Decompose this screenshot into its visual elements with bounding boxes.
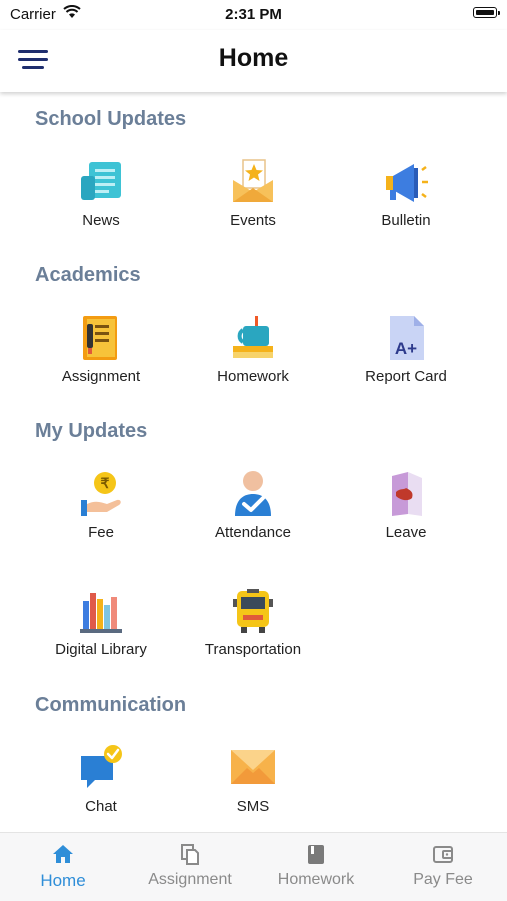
tile-label: Report Card bbox=[365, 368, 447, 385]
leave-icon bbox=[392, 472, 422, 516]
copy-documents-icon bbox=[181, 844, 199, 865]
tile-attendance[interactable]: Attendance bbox=[188, 470, 318, 560]
clock: 2:31 PM bbox=[225, 6, 282, 23]
tab-label: Home bbox=[40, 871, 86, 890]
page-title: Home bbox=[218, 44, 289, 72]
nav-bar: Home bbox=[0, 30, 507, 92]
tab-pay-fee[interactable]: Pay Fee bbox=[380, 833, 506, 901]
section-title-academics: Academics bbox=[35, 264, 141, 286]
digital-library-icon bbox=[80, 593, 122, 633]
battery-icon bbox=[473, 7, 497, 18]
tile-transportation[interactable]: Transportation bbox=[188, 587, 318, 677]
tile-news[interactable]: News bbox=[36, 158, 166, 248]
tab-label: Homework bbox=[277, 871, 355, 888]
tab-label: Assignment bbox=[148, 871, 232, 888]
battery-tip bbox=[498, 11, 500, 15]
tile-bulletin[interactable]: Bulletin bbox=[341, 158, 471, 248]
fee-icon: ₹ bbox=[81, 472, 121, 516]
assignment-icon bbox=[83, 316, 117, 360]
events-icon bbox=[233, 159, 273, 202]
tile-label: Events bbox=[230, 212, 276, 229]
tile-label: Leave bbox=[385, 524, 427, 541]
book-icon bbox=[308, 845, 324, 864]
section-title-school-updates: School Updates bbox=[35, 108, 187, 130]
tile-label: Assignment bbox=[61, 368, 141, 385]
tile-label: Bulletin bbox=[381, 212, 431, 229]
tile-chat[interactable]: Chat bbox=[36, 744, 166, 832]
home-icon bbox=[53, 845, 73, 863]
tile-report-card[interactable]: A+ Report Card bbox=[341, 314, 471, 404]
wallet-icon bbox=[433, 846, 453, 863]
svg-text:A+: A+ bbox=[395, 339, 417, 358]
tile-label: Digital Library bbox=[55, 641, 147, 658]
tile-events[interactable]: Events bbox=[188, 158, 318, 248]
tile-label: Chat bbox=[85, 798, 117, 815]
homework-icon bbox=[233, 316, 273, 358]
tile-homework[interactable]: Homework bbox=[188, 314, 318, 404]
report-card-icon: A+ bbox=[390, 316, 424, 360]
tile-digital-library[interactable]: Digital Library bbox=[36, 587, 166, 677]
tab-assignment[interactable]: Assignment bbox=[127, 833, 253, 901]
home-content: School Updates News Events Bulletin Acad… bbox=[0, 92, 507, 832]
tile-label: SMS bbox=[236, 798, 270, 815]
tab-label: Pay Fee bbox=[413, 871, 473, 888]
tab-homework[interactable]: Homework bbox=[253, 833, 379, 901]
tile-label: Attendance bbox=[215, 524, 291, 541]
tile-label: News bbox=[82, 212, 120, 229]
status-bar: Carrier 2:31 PM bbox=[0, 0, 507, 30]
tab-bar: Home Assignment Homework Pay Fee bbox=[0, 832, 507, 901]
tile-label: Homework bbox=[217, 368, 289, 385]
tile-label: Transportation bbox=[204, 641, 302, 658]
tile-assignment[interactable]: Assignment bbox=[36, 314, 166, 404]
megaphone-icon bbox=[386, 164, 428, 202]
chat-icon bbox=[81, 745, 122, 788]
sms-envelope-icon bbox=[231, 750, 275, 784]
news-icon bbox=[81, 162, 121, 200]
tab-home[interactable]: Home bbox=[0, 833, 126, 901]
attendance-icon bbox=[235, 471, 271, 516]
bus-icon bbox=[233, 589, 273, 633]
section-title-my-updates: My Updates bbox=[35, 420, 148, 442]
tile-sms[interactable]: SMS bbox=[188, 744, 318, 832]
tile-label: Fee bbox=[88, 524, 114, 541]
section-title-communication: Communication bbox=[35, 694, 187, 716]
tile-fee[interactable]: ₹ Fee bbox=[36, 470, 166, 560]
svg-text:₹: ₹ bbox=[101, 475, 110, 491]
tile-leave[interactable]: Leave bbox=[341, 470, 471, 560]
